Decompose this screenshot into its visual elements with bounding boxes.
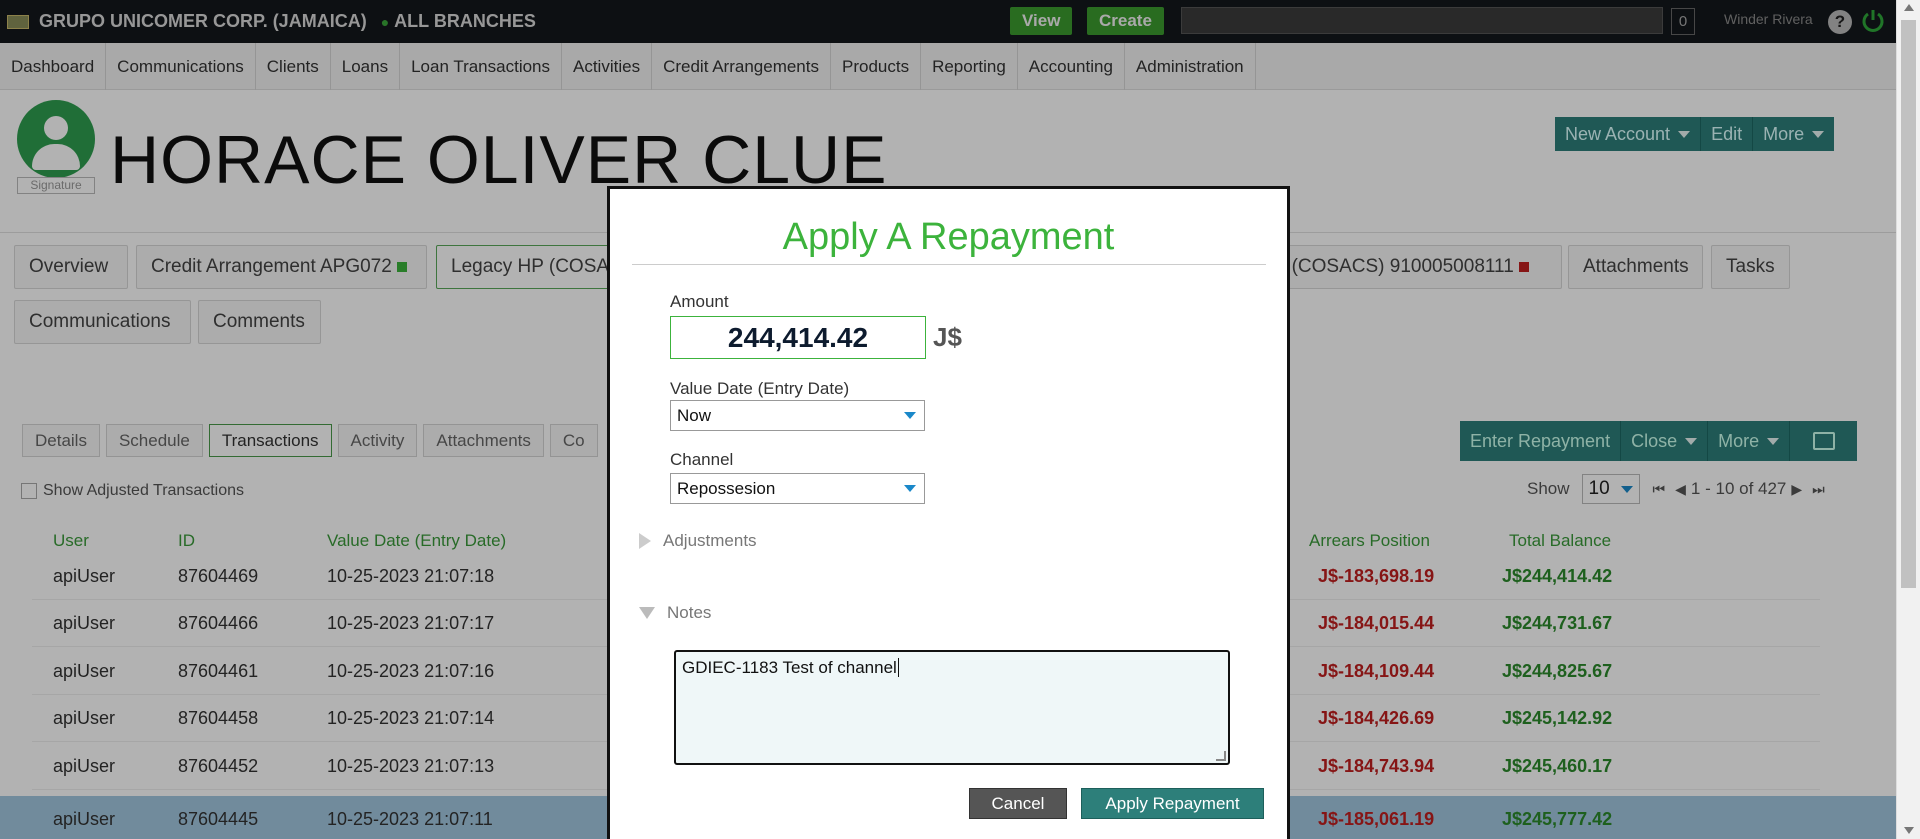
- expand-icon: [639, 533, 651, 549]
- apply-repayment-button[interactable]: Apply Repayment: [1081, 788, 1264, 819]
- resize-handle-icon[interactable]: [1216, 751, 1226, 761]
- amount-label: Amount: [670, 292, 729, 311]
- text-cursor: [897, 658, 899, 677]
- notes-label: Notes: [667, 603, 712, 622]
- scroll-down-icon[interactable]: [1904, 827, 1914, 834]
- cancel-button[interactable]: Cancel: [969, 788, 1067, 819]
- scroll-thumb[interactable]: [1901, 20, 1916, 588]
- divider: [632, 264, 1266, 265]
- scroll-up-icon[interactable]: [1904, 4, 1914, 11]
- channel-value: Repossesion: [677, 478, 776, 498]
- channel-select[interactable]: Repossesion: [670, 473, 925, 504]
- amount-input[interactable]: 244,414.42: [670, 316, 926, 359]
- channel-label: Channel: [670, 450, 734, 469]
- currency-label: J$: [933, 322, 962, 352]
- value-date-value: Now: [677, 405, 712, 425]
- collapse-icon: [639, 607, 655, 619]
- value-date-select[interactable]: Now: [670, 400, 925, 431]
- notes-toggle[interactable]: Notes: [639, 603, 711, 623]
- apply-repayment-dialog: Apply A Repayment Amount 244,414.42 J$ V…: [607, 186, 1290, 839]
- dialog-title: Apply A Repayment: [782, 216, 1115, 258]
- value-date-label: Value Date (Entry Date): [670, 379, 850, 398]
- notes-value: GDIEC-1183 Test of channel: [682, 658, 897, 677]
- chevron-down-icon: [904, 485, 916, 492]
- adjustments-toggle[interactable]: Adjustments: [639, 531, 757, 551]
- notes-textarea[interactable]: GDIEC-1183 Test of channel: [674, 650, 1230, 765]
- page-scrollbar[interactable]: [1896, 0, 1920, 839]
- adjustments-label: Adjustments: [663, 531, 757, 550]
- chevron-down-icon: [904, 412, 916, 419]
